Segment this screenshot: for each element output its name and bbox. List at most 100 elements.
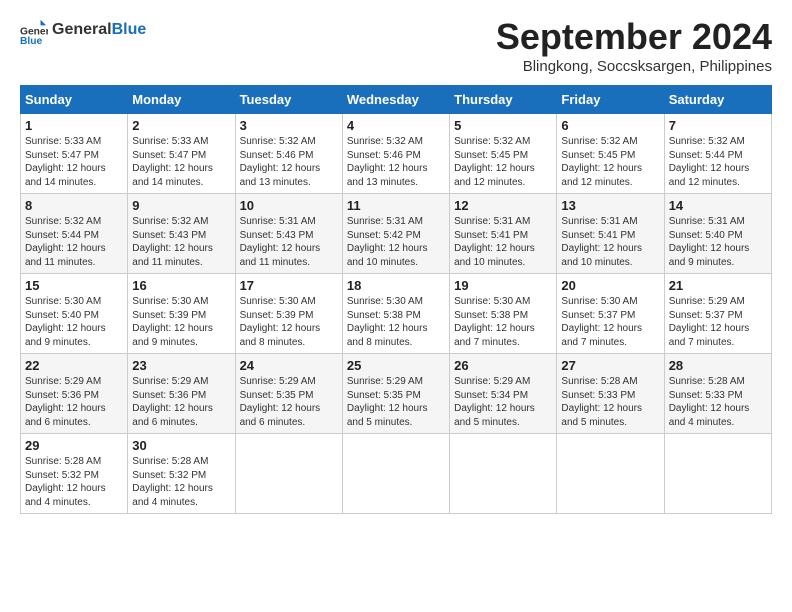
calendar-cell: 19Sunrise: 5:30 AMSunset: 5:38 PMDayligh… (450, 274, 557, 354)
title-area: September 2024 Blingkong, Soccsksargen, … (496, 16, 772, 75)
week-row-1: 1 Sunrise: 5:33 AMSunset: 5:47 PMDaylight… (21, 114, 772, 194)
day-number: 12 (454, 198, 552, 213)
day-number: 4 (347, 118, 445, 133)
calendar-cell: 28 Sunrise: 5:28 AMSunset: 5:33 PMDayligh… (664, 354, 771, 434)
calendar-cell: 11 Sunrise: 5:31 AMSunset: 5:42 PMDayligh… (342, 194, 449, 274)
day-number: 28 (669, 358, 767, 373)
calendar-cell: 18Sunrise: 5:30 AMSunset: 5:38 PMDayligh… (342, 274, 449, 354)
day-detail: Sunrise: 5:30 AMSunset: 5:39 PMDaylight:… (240, 296, 321, 348)
calendar-cell: 2 Sunrise: 5:33 AMSunset: 5:47 PMDaylight… (128, 114, 235, 194)
calendar-cell: 7Sunrise: 5:32 AMSunset: 5:44 PMDaylight… (664, 114, 771, 194)
day-detail: Sunrise: 5:32 AMSunset: 5:46 PMDaylight:… (347, 136, 428, 188)
day-number: 20 (561, 278, 659, 293)
day-detail: Sunrise: 5:28 AMSunset: 5:32 PMDaylight:… (132, 456, 213, 508)
calendar-cell: 1 Sunrise: 5:33 AMSunset: 5:47 PMDaylight… (21, 114, 128, 194)
column-header-wednesday: Wednesday (342, 86, 449, 114)
logo-wordmark: GeneralBlue (52, 21, 146, 39)
day-number: 24 (240, 358, 338, 373)
day-detail: Sunrise: 5:29 AMSunset: 5:36 PMDaylight:… (132, 376, 213, 428)
day-detail: Sunrise: 5:32 AMSunset: 5:43 PMDaylight:… (132, 216, 213, 268)
day-detail: Sunrise: 5:33 AMSunset: 5:47 PMDaylight:… (132, 136, 213, 188)
day-number: 29 (25, 438, 123, 453)
calendar-cell: 29 Sunrise: 5:28 AMSunset: 5:32 PMDayligh… (21, 434, 128, 514)
day-detail: Sunrise: 5:32 AMSunset: 5:44 PMDaylight:… (25, 216, 106, 268)
day-number: 1 (25, 118, 123, 133)
page-title: September 2024 (496, 16, 772, 58)
day-detail: Sunrise: 5:33 AMSunset: 5:47 PMDaylight:… (25, 136, 106, 188)
day-number: 26 (454, 358, 552, 373)
calendar-cell: 15Sunrise: 5:30 AMSunset: 5:40 PMDayligh… (21, 274, 128, 354)
day-number: 15 (25, 278, 123, 293)
calendar-cell (664, 434, 771, 514)
day-detail: Sunrise: 5:28 AMSunset: 5:32 PMDaylight:… (25, 456, 106, 508)
day-detail: Sunrise: 5:32 AMSunset: 5:45 PMDaylight:… (454, 136, 535, 188)
calendar-cell: 13 Sunrise: 5:31 AMSunset: 5:41 PMDayligh… (557, 194, 664, 274)
day-detail: Sunrise: 5:29 AMSunset: 5:37 PMDaylight:… (669, 296, 750, 348)
day-number: 21 (669, 278, 767, 293)
calendar-cell: 8 Sunrise: 5:32 AMSunset: 5:44 PMDaylight… (21, 194, 128, 274)
calendar-cell: 17Sunrise: 5:30 AMSunset: 5:39 PMDayligh… (235, 274, 342, 354)
day-detail: Sunrise: 5:29 AMSunset: 5:35 PMDaylight:… (240, 376, 321, 428)
header: General Blue GeneralBlue September 2024 … (20, 16, 772, 75)
calendar-cell (342, 434, 449, 514)
calendar-cell: 27Sunrise: 5:28 AMSunset: 5:33 PMDayligh… (557, 354, 664, 434)
column-header-friday: Friday (557, 86, 664, 114)
day-detail: Sunrise: 5:30 AMSunset: 5:37 PMDaylight:… (561, 296, 642, 348)
calendar-cell: 5Sunrise: 5:32 AMSunset: 5:45 PMDaylight… (450, 114, 557, 194)
calendar-cell: 21 Sunrise: 5:29 AMSunset: 5:37 PMDayligh… (664, 274, 771, 354)
logo-icon: General Blue (20, 16, 48, 44)
column-header-thursday: Thursday (450, 86, 557, 114)
column-header-tuesday: Tuesday (235, 86, 342, 114)
day-number: 30 (132, 438, 230, 453)
calendar-cell: 14 Sunrise: 5:31 AMSunset: 5:40 PMDayligh… (664, 194, 771, 274)
calendar-cell: 26 Sunrise: 5:29 AMSunset: 5:34 PMDayligh… (450, 354, 557, 434)
day-detail: Sunrise: 5:28 AMSunset: 5:33 PMDaylight:… (669, 376, 750, 428)
calendar-cell: 30 Sunrise: 5:28 AMSunset: 5:32 PMDayligh… (128, 434, 235, 514)
day-number: 3 (240, 118, 338, 133)
column-header-sunday: Sunday (21, 86, 128, 114)
day-number: 13 (561, 198, 659, 213)
day-number: 6 (561, 118, 659, 133)
svg-text:Blue: Blue (20, 36, 43, 44)
calendar-cell (557, 434, 664, 514)
day-number: 10 (240, 198, 338, 213)
calendar-header-row: SundayMondayTuesdayWednesdayThursdayFrid… (21, 86, 772, 114)
day-number: 19 (454, 278, 552, 293)
calendar-cell (235, 434, 342, 514)
calendar-table: SundayMondayTuesdayWednesdayThursdayFrid… (20, 85, 772, 514)
day-detail: Sunrise: 5:29 AMSunset: 5:35 PMDaylight:… (347, 376, 428, 428)
day-number: 16 (132, 278, 230, 293)
column-header-saturday: Saturday (664, 86, 771, 114)
day-detail: Sunrise: 5:31 AMSunset: 5:40 PMDaylight:… (669, 216, 750, 268)
logo-blue: Blue (112, 21, 147, 38)
logo-general: General (52, 21, 112, 38)
day-detail: Sunrise: 5:29 AMSunset: 5:36 PMDaylight:… (25, 376, 106, 428)
day-detail: Sunrise: 5:31 AMSunset: 5:41 PMDaylight:… (561, 216, 642, 268)
day-number: 9 (132, 198, 230, 213)
day-number: 23 (132, 358, 230, 373)
day-number: 18 (347, 278, 445, 293)
column-header-monday: Monday (128, 86, 235, 114)
day-detail: Sunrise: 5:30 AMSunset: 5:39 PMDaylight:… (132, 296, 213, 348)
calendar-cell: 23 Sunrise: 5:29 AMSunset: 5:36 PMDayligh… (128, 354, 235, 434)
day-detail: Sunrise: 5:29 AMSunset: 5:34 PMDaylight:… (454, 376, 535, 428)
day-detail: Sunrise: 5:31 AMSunset: 5:43 PMDaylight:… (240, 216, 321, 268)
calendar-cell: 25 Sunrise: 5:29 AMSunset: 5:35 PMDayligh… (342, 354, 449, 434)
day-number: 2 (132, 118, 230, 133)
day-number: 25 (347, 358, 445, 373)
calendar-cell: 24 Sunrise: 5:29 AMSunset: 5:35 PMDayligh… (235, 354, 342, 434)
day-number: 14 (669, 198, 767, 213)
day-detail: Sunrise: 5:32 AMSunset: 5:44 PMDaylight:… (669, 136, 750, 188)
day-number: 8 (25, 198, 123, 213)
calendar-cell: 12 Sunrise: 5:31 AMSunset: 5:41 PMDayligh… (450, 194, 557, 274)
day-number: 11 (347, 198, 445, 213)
calendar-cell: 10 Sunrise: 5:31 AMSunset: 5:43 PMDayligh… (235, 194, 342, 274)
calendar-cell: 4 Sunrise: 5:32 AMSunset: 5:46 PMDaylight… (342, 114, 449, 194)
calendar-cell: 20 Sunrise: 5:30 AMSunset: 5:37 PMDayligh… (557, 274, 664, 354)
page-subtitle: Blingkong, Soccsksargen, Philippines (496, 58, 772, 75)
day-detail: Sunrise: 5:31 AMSunset: 5:41 PMDaylight:… (454, 216, 535, 268)
calendar-cell (450, 434, 557, 514)
week-row-3: 15Sunrise: 5:30 AMSunset: 5:40 PMDayligh… (21, 274, 772, 354)
day-detail: Sunrise: 5:31 AMSunset: 5:42 PMDaylight:… (347, 216, 428, 268)
day-number: 22 (25, 358, 123, 373)
